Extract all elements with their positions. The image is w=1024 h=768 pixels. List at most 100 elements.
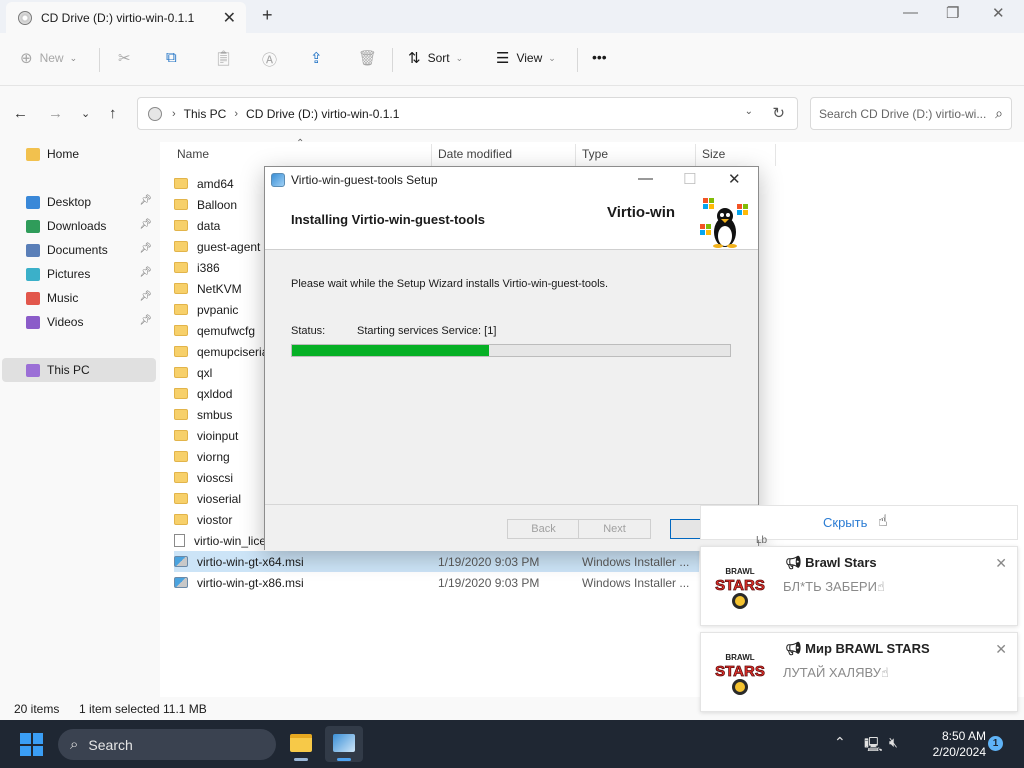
notification-title: 📢︎ Brawl Stars: [785, 555, 877, 570]
dialog-heading: Installing Virtio-win-guest-tools: [291, 212, 486, 227]
new-tab-icon[interactable]: +: [262, 5, 273, 26]
recent-locations-chevron-icon[interactable]: ⌄: [81, 107, 90, 120]
address-bar[interactable]: › This PC › CD Drive (D:) virtio-win-0.1…: [137, 97, 798, 130]
close-notification-icon[interactable]: ✕: [995, 555, 1007, 572]
file-row[interactable]: virtio-win-gt-x86.msi 1/19/2020 9:03 PM Wi…: [174, 572, 694, 593]
pin-icon[interactable]: 📌︎: [139, 243, 152, 254]
back-arrow-icon[interactable]: ←: [13, 105, 28, 122]
setup-dialog: Virtio-win-guest-tools Setup — ☐ ✕ Insta…: [264, 166, 759, 551]
more-options-button[interactable]: •••: [592, 49, 607, 65]
sidebar-item-music[interactable]: Music 📌︎: [2, 286, 156, 310]
desktop-icon: [26, 195, 40, 209]
close-notification-icon[interactable]: ✕: [995, 641, 1007, 658]
copy-button[interactable]: ⧉: [166, 49, 184, 66]
refresh-icon[interactable]: ↻: [772, 104, 785, 122]
pin-icon[interactable]: 📌︎: [139, 291, 152, 302]
sidebar-item-this-pc[interactable]: This PC: [2, 358, 156, 382]
column-header-date[interactable]: Date modified: [438, 147, 512, 161]
title-bar: CD Drive (D:) virtio-win-0.1.1 ✕ + — ❐ ✕: [0, 0, 1024, 33]
installer-file-icon: [174, 577, 188, 588]
navigation-pane: Home Desktop 📌︎ Downloads 📌︎ Documents 📌︎ Pict…: [0, 142, 160, 697]
column-header-name[interactable]: Name: [177, 147, 209, 161]
folder-icon: [174, 241, 188, 252]
close-dialog-icon[interactable]: ✕: [728, 170, 741, 188]
pin-icon[interactable]: 📌︎: [139, 195, 152, 206]
tab-cd-drive[interactable]: CD Drive (D:) virtio-win-0.1.1 ✕: [6, 2, 246, 33]
file-row[interactable]: virtio-win-gt-x64.msi 1/19/2020 9:03 PM Wi…: [174, 551, 699, 572]
folder-icon: [290, 734, 312, 752]
folder-icon: [174, 367, 188, 378]
notification-badge[interactable]: 1: [988, 736, 1003, 751]
column-header-size[interactable]: Size: [702, 147, 725, 161]
pictures-icon: [26, 267, 40, 281]
file-name: i386: [197, 260, 220, 275]
file-type: Windows Installer ...: [582, 554, 690, 569]
item-count: 20 items: [14, 702, 60, 716]
divider: [99, 48, 100, 72]
notification-message: БЛ*ТЬ ЗАБЕРИ☝: [783, 579, 885, 594]
show-hidden-icons-chevron-icon[interactable]: ⌃: [834, 734, 846, 751]
breadcrumb-this-pc[interactable]: This PC: [184, 107, 227, 121]
sidebar-item-documents[interactable]: Documents 📌︎: [2, 238, 156, 262]
chevron-down-icon: ⌄: [69, 52, 78, 63]
selection-size: 11.1 MB: [163, 702, 207, 716]
pin-icon[interactable]: 📌︎: [139, 315, 152, 326]
windows-start-icon[interactable]: [20, 733, 43, 756]
taskbar-search[interactable]: ⌕ Search: [58, 729, 276, 760]
minimize-icon[interactable]: —: [638, 170, 653, 187]
up-arrow-icon[interactable]: ↑: [109, 105, 117, 122]
network-icon[interactable]: 🖳︎: [864, 734, 883, 758]
delete-button[interactable]: 🗑︎: [358, 49, 384, 67]
file-name: NetKVM: [197, 281, 242, 296]
back-button[interactable]: Back: [507, 519, 580, 539]
close-window-icon[interactable]: ✕: [992, 4, 1005, 22]
sidebar-item-videos[interactable]: Videos 📌︎: [2, 310, 156, 334]
minimize-icon[interactable]: —: [903, 4, 918, 21]
next-button[interactable]: Next: [578, 519, 651, 539]
pin-icon[interactable]: 📌︎: [139, 267, 152, 278]
sidebar-item-desktop[interactable]: Desktop 📌︎: [2, 190, 156, 214]
file-name: guest-agent: [197, 239, 261, 254]
notification-card[interactable]: BRAWL STARS 📢︎ Brawl Stars БЛ*ТЬ ЗАБЕРИ☝ ✕: [700, 546, 1018, 626]
restore-icon[interactable]: ❐: [946, 4, 959, 22]
forward-arrow-icon[interactable]: →: [48, 105, 63, 122]
pin-icon[interactable]: 📌︎: [139, 219, 152, 230]
sidebar-item-downloads[interactable]: Downloads 📌︎: [2, 214, 156, 238]
cut-button[interactable]: ✂: [118, 49, 138, 67]
notification-card[interactable]: BRAWL STARS 📢︎ Мир BRAWL STARS ЛУТАЙ ХАЛЯВУ…: [700, 632, 1018, 712]
file-explorer-taskbar-button[interactable]: [282, 726, 320, 762]
folder-icon: [174, 178, 188, 189]
sidebar-item-home[interactable]: Home: [2, 142, 156, 166]
dialog-title-bar[interactable]: Virtio-win-guest-tools Setup — ☐ ✕: [265, 167, 758, 193]
file-name: qemufwcfg: [197, 323, 256, 338]
hide-button[interactable]: Скрыть: [823, 515, 867, 530]
hide-notifications-bar[interactable]: Скрыть ☝: [700, 505, 1018, 540]
breadcrumb-cd-drive[interactable]: CD Drive (D:) virtio-win-0.1.1: [246, 107, 399, 121]
file-name: qxldod: [197, 386, 233, 401]
sidebar-item-label: Desktop: [47, 195, 92, 209]
sort-button[interactable]: ⇅ Sort ⌄: [408, 49, 463, 67]
tux-windows-logo-icon: [700, 198, 748, 248]
dialog-banner: Installing Virtio-win-guest-tools Virtio…: [265, 193, 758, 250]
paste-button[interactable]: 📋︎: [214, 49, 240, 67]
address-dropdown-icon[interactable]: ⌄: [745, 106, 753, 117]
new-button[interactable]: ⊕ New ⌄: [20, 49, 77, 67]
dialog-title: Virtio-win-guest-tools Setup: [291, 173, 438, 187]
share-icon: ⇪: [310, 50, 323, 67]
view-button[interactable]: ☰ View ⌄: [496, 49, 556, 67]
clock[interactable]: 8:50 AM 2/20/2024: [908, 728, 986, 760]
file-name: virtio-win-gt-x64.msi: [197, 554, 304, 569]
taskbar: ⌕ Search ⌃ 🖳︎ 🔇︎ 8:50 AM 2/20/2024 1: [0, 720, 1024, 768]
share-button[interactable]: ⇪: [310, 49, 330, 67]
taskbar-search-label: Search: [88, 736, 133, 753]
sidebar-item-pictures[interactable]: Pictures 📌︎: [2, 262, 156, 286]
file-date: 1/19/2020 9:03 PM: [438, 575, 540, 590]
volume-muted-icon[interactable]: 🔇︎: [889, 734, 898, 751]
divider: [695, 144, 696, 166]
column-header-type[interactable]: Type: [582, 147, 608, 161]
chevron-right-icon: ›: [234, 107, 239, 120]
close-tab-icon[interactable]: ✕: [223, 8, 236, 28]
rename-button[interactable]: Ⓐ: [262, 49, 284, 70]
search-input[interactable]: Search CD Drive (D:) virtio-wi... ⌕: [810, 97, 1012, 130]
setup-taskbar-button[interactable]: [325, 726, 363, 762]
